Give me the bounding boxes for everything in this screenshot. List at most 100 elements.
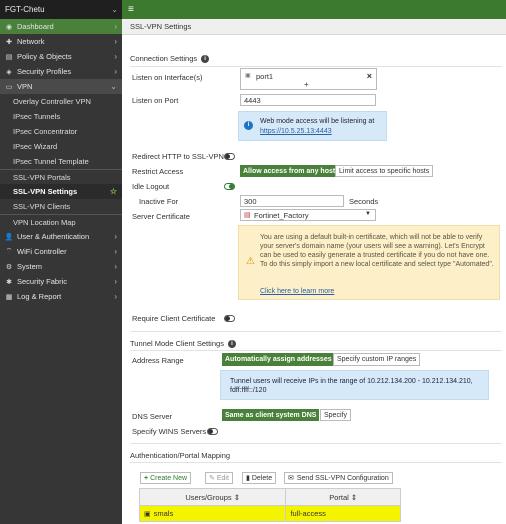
server-certificate-label: Server Certificate xyxy=(132,212,190,221)
idle-logout-label: Idle Logout xyxy=(132,182,170,191)
listen-port-label: Listen on Port xyxy=(132,96,179,105)
info-circle-icon: i xyxy=(244,121,253,130)
chevron-right-icon: › xyxy=(114,232,117,241)
sidebar-subitem-ipsec-tunnel-template[interactable]: IPsec Tunnel Template xyxy=(0,154,122,169)
create-new-button[interactable]: + Create New xyxy=(140,472,192,484)
sidebar-subitem-vpn-location-map[interactable]: VPN Location Map xyxy=(0,214,122,229)
certificate-warning-box: ⚠ You are using a default built-in certi… xyxy=(238,225,500,300)
add-interface-icon[interactable]: + xyxy=(304,80,309,89)
dashboard-icon: ◉ xyxy=(5,23,13,31)
sidebar-item-policy-and-objects[interactable]: ▤ Policy & Objects › xyxy=(0,49,122,64)
specify-dns-option[interactable]: Specify xyxy=(320,409,351,421)
sidebar-item-label: Policy & Objects xyxy=(17,52,72,61)
sidebar-subitem-overlay-controller-vpn[interactable]: Overlay Controller VPN xyxy=(0,94,122,109)
chevron-down-icon: ⌄ xyxy=(110,82,117,91)
same-as-client-dns-option[interactable]: Same as client system DNS xyxy=(222,409,320,421)
remove-interface-icon[interactable]: × xyxy=(367,71,372,81)
learn-more-link[interactable]: Click here to learn more xyxy=(260,288,334,295)
sidebar-item-system[interactable]: ⚙ System › xyxy=(0,259,122,274)
sidebar-subitem-label: IPsec Concentrator xyxy=(13,127,78,136)
sidebar-item-security-fabric[interactable]: ✱ Security Fabric › xyxy=(0,274,122,289)
user-icon: ▣ xyxy=(144,511,151,518)
sidebar-item-wifi-controller[interactable]: ⌔ WiFi Controller › xyxy=(0,244,122,259)
send-ssl-vpn-config-button[interactable]: ✉ Send SSL-VPN Configuration xyxy=(284,472,393,484)
edit-button[interactable]: ✎ Edit xyxy=(205,472,233,484)
limit-specific-hosts-option[interactable]: Limit access to specific hosts xyxy=(335,165,434,177)
sidebar-item-label: WiFi Controller xyxy=(17,247,67,256)
auth-portal-mapping-heading: Authentication/Portal Mapping xyxy=(130,451,231,460)
system-gear-icon: ⚙ xyxy=(5,263,13,271)
sidebar-subitem-label: SSL-VPN Clients xyxy=(13,202,71,211)
sidebar-subitem-label: SSL-VPN Portals xyxy=(13,172,71,182)
info-icon: i xyxy=(227,339,236,348)
inactive-for-input[interactable]: 300 xyxy=(240,195,344,207)
auto-assign-addresses-option[interactable]: Automatically assign addresses xyxy=(222,353,335,366)
chevron-right-icon: › xyxy=(114,37,117,46)
server-certificate-select[interactable]: ▤ Fortinet_Factory ▼ xyxy=(240,209,376,221)
restrict-access-label: Restrict Access xyxy=(132,167,184,176)
wins-servers-label: Specify WINS Servers xyxy=(132,427,207,436)
sidebar-subitem-label: IPsec Tunnel Template xyxy=(13,157,89,166)
redirect-http-toggle[interactable] xyxy=(224,153,235,160)
sidebar-subitem-ipsec-wizard[interactable]: IPsec Wizard xyxy=(0,139,122,154)
custom-ip-ranges-option[interactable]: Specify custom IP ranges xyxy=(333,353,421,366)
require-client-cert-label: Require Client Certificate xyxy=(132,314,216,323)
interface-value: port1 xyxy=(256,72,274,81)
sidebar-subitem-ssl-vpn-settings[interactable]: SSL-VPN Settings ☆ xyxy=(0,184,122,199)
interface-selector[interactable]: ▣ port1 × + xyxy=(240,68,377,90)
redirect-http-label: Redirect HTTP to SSL-VPN xyxy=(132,152,224,161)
divider xyxy=(130,350,502,351)
sidebar-item-security-profiles[interactable]: ◈ Security Profiles › xyxy=(0,64,122,79)
web-mode-link[interactable]: https://10.5.25.13:4443 xyxy=(260,128,332,135)
mapping-table: Users/Groups ⇕ Portal ⇕ ▣ smals full-acce… xyxy=(138,488,401,522)
chevron-right-icon: › xyxy=(114,52,117,61)
table-header-row: Users/Groups ⇕ Portal ⇕ xyxy=(138,488,401,506)
allow-any-host-option[interactable]: Allow access from any host xyxy=(240,165,339,177)
page-title: SSL-VPN Settings xyxy=(130,22,192,31)
table-row[interactable]: ▣ smals full-access xyxy=(138,505,401,522)
portal-column-header[interactable]: Portal ⇕ xyxy=(285,488,401,506)
web-mode-info-text: Web mode access will be listening at xyxy=(260,118,375,125)
chevron-right-icon: › xyxy=(114,247,117,256)
dropdown-caret-icon: ▼ xyxy=(365,211,371,217)
sidebar-item-log-and-report[interactable]: ▦ Log & Report › xyxy=(0,289,122,304)
sidebar-item-vpn[interactable]: ▭ VPN ⌄ xyxy=(0,79,122,94)
plus-icon: + xyxy=(144,474,149,482)
sidebar-subitem-ssl-vpn-clients[interactable]: SSL-VPN Clients xyxy=(0,199,122,214)
sidebar-item-network[interactable]: ✚ Network › xyxy=(0,34,122,49)
sidebar-item-user-and-authentication[interactable]: 👤 User & Authentication › xyxy=(0,229,122,244)
chevron-right-icon: › xyxy=(114,67,117,76)
policy-icon: ▤ xyxy=(5,53,13,61)
menu-toggle-icon[interactable]: ≡ xyxy=(128,4,134,15)
sidebar-item-label: User & Authentication xyxy=(17,232,90,241)
sidebar-item-label: Network xyxy=(17,37,45,46)
listen-port-input[interactable]: 4443 xyxy=(240,94,376,106)
dns-server-label: DNS Server xyxy=(132,412,173,421)
sidebar-subitem-label: IPsec Tunnels xyxy=(13,112,61,121)
wins-servers-toggle[interactable] xyxy=(207,428,218,435)
settings-panel: Connection Settings i Listen on Interface… xyxy=(122,35,506,524)
chevron-down-icon[interactable]: ⌄ xyxy=(111,5,118,14)
vpn-icon: ▭ xyxy=(5,83,13,91)
sidebar-subitem-ipsec-tunnels[interactable]: IPsec Tunnels xyxy=(0,109,122,124)
warning-icon: ⚠ xyxy=(246,256,255,267)
users-groups-column-header[interactable]: Users/Groups ⇕ xyxy=(138,488,287,506)
require-client-cert-toggle[interactable] xyxy=(224,315,235,322)
favorite-star-icon[interactable]: ☆ xyxy=(110,187,117,196)
network-icon: ✚ xyxy=(6,38,12,46)
sort-icon: ⇕ xyxy=(233,492,241,502)
info-icon: i xyxy=(201,54,210,63)
top-bar: ≡ xyxy=(122,0,506,19)
sidebar-subitem-ssl-vpn-portals[interactable]: SSL-VPN Portals xyxy=(0,169,122,184)
sidebar-item-dashboard[interactable]: ◉ Dashboard › xyxy=(0,19,122,34)
listen-interface-label: Listen on Interface(s) xyxy=(132,73,203,82)
sidebar-item-label: VPN xyxy=(17,82,33,91)
delete-button[interactable]: ▮ Delete xyxy=(242,472,277,484)
device-header[interactable]: FGT-Chetu ⌄ xyxy=(0,0,122,19)
idle-logout-toggle[interactable] xyxy=(224,183,235,190)
sidebar-subitem-label: VPN Location Map xyxy=(13,217,76,227)
chevron-right-icon: › xyxy=(114,292,117,301)
tunnel-range-info-box: Tunnel users will receive IPs in the ran… xyxy=(220,370,489,400)
sidebar-subitem-ipsec-concentrator[interactable]: IPsec Concentrator xyxy=(0,124,122,139)
portal-cell: full-access xyxy=(285,505,401,522)
